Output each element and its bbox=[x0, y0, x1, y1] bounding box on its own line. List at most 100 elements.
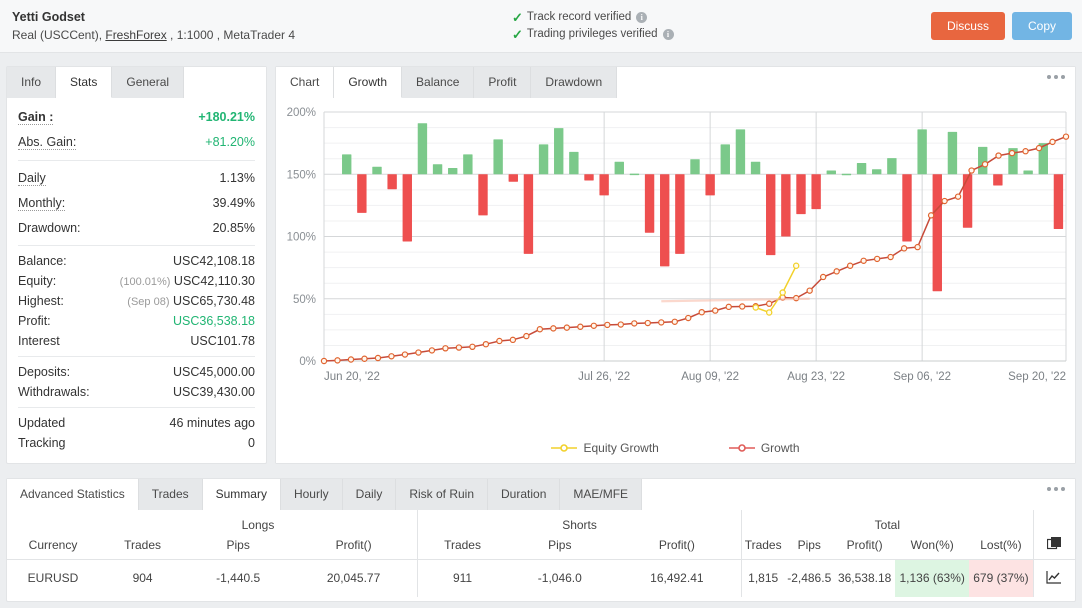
chart-bar[interactable] bbox=[796, 174, 805, 214]
copy-button[interactable]: Copy bbox=[1012, 12, 1072, 40]
growth-point[interactable] bbox=[510, 337, 515, 342]
chart-bar[interactable] bbox=[751, 162, 760, 174]
chart-bar[interactable] bbox=[539, 144, 548, 174]
growth-point[interactable] bbox=[1063, 134, 1068, 139]
table-row[interactable]: EURUSD 904 -1,440.5 20,045.77 911 -1,046… bbox=[7, 559, 1075, 597]
chart-bar[interactable] bbox=[342, 154, 351, 174]
growth-point[interactable] bbox=[605, 322, 610, 327]
chart-bar[interactable] bbox=[675, 174, 684, 254]
table-options-icon[interactable] bbox=[1047, 487, 1065, 491]
tab-stats[interactable]: Stats bbox=[56, 67, 112, 98]
growth-point[interactable] bbox=[375, 355, 380, 360]
growth-point[interactable] bbox=[578, 324, 583, 329]
growth-point[interactable] bbox=[928, 213, 933, 218]
chart-bar[interactable] bbox=[721, 144, 730, 174]
growth-point[interactable] bbox=[618, 322, 623, 327]
growth-point[interactable] bbox=[443, 346, 448, 351]
growth-point[interactable] bbox=[1009, 150, 1014, 155]
growth-point[interactable] bbox=[659, 320, 664, 325]
growth-point[interactable] bbox=[429, 348, 434, 353]
chart-bar[interactable] bbox=[630, 174, 639, 176]
tab-general[interactable]: General bbox=[112, 67, 184, 98]
growth-point[interactable] bbox=[875, 256, 880, 261]
chart-bar[interactable] bbox=[569, 152, 578, 174]
chart-bar[interactable] bbox=[645, 174, 654, 233]
copy-columns-icon[interactable] bbox=[1033, 532, 1075, 559]
growth-point[interactable] bbox=[497, 338, 502, 343]
legend-item-equity-growth[interactable]: Equity Growth bbox=[551, 441, 658, 455]
chart-bar[interactable] bbox=[1054, 174, 1063, 229]
chart-options-icon[interactable] bbox=[1047, 75, 1065, 79]
growth-point[interactable] bbox=[537, 327, 542, 332]
tab-chart[interactable]: Chart bbox=[276, 67, 334, 98]
chart-bar[interactable] bbox=[705, 174, 714, 195]
growth-point[interactable] bbox=[524, 334, 529, 339]
growth-point[interactable] bbox=[348, 357, 353, 362]
growth-point[interactable] bbox=[389, 354, 394, 359]
growth-point[interactable] bbox=[335, 358, 340, 363]
chart-bar[interactable] bbox=[478, 174, 487, 215]
growth-point[interactable] bbox=[726, 304, 731, 309]
growth-point[interactable] bbox=[713, 308, 718, 313]
growth-point[interactable] bbox=[834, 269, 839, 274]
chart-bar[interactable] bbox=[993, 174, 1002, 185]
growth-point[interactable] bbox=[942, 198, 947, 203]
tab-profit[interactable]: Profit bbox=[474, 67, 531, 98]
growth-point[interactable] bbox=[686, 315, 691, 320]
chart-bar[interactable] bbox=[418, 123, 427, 174]
chart-bar[interactable] bbox=[948, 132, 957, 174]
equity-growth-point[interactable] bbox=[767, 310, 772, 315]
tab-daily[interactable]: Daily bbox=[343, 479, 397, 510]
growth-point[interactable] bbox=[551, 326, 556, 331]
chart-bar[interactable] bbox=[599, 174, 608, 195]
tab-balance[interactable]: Balance bbox=[402, 67, 474, 98]
broker-link[interactable]: FreshForex bbox=[105, 28, 166, 42]
legend-item-growth[interactable]: Growth bbox=[729, 441, 800, 455]
growth-point[interactable] bbox=[982, 162, 987, 167]
growth-point[interactable] bbox=[915, 244, 920, 249]
info-icon[interactable]: i bbox=[663, 29, 674, 40]
growth-point[interactable] bbox=[699, 310, 704, 315]
chart-bar[interactable] bbox=[372, 167, 381, 174]
growth-point[interactable] bbox=[996, 153, 1001, 158]
tab-risk-of-ruin[interactable]: Risk of Ruin bbox=[396, 479, 488, 510]
growth-point[interactable] bbox=[1050, 139, 1055, 144]
growth-point[interactable] bbox=[888, 254, 893, 259]
chart-bar[interactable] bbox=[781, 174, 790, 236]
growth-point[interactable] bbox=[416, 350, 421, 355]
chart-bar[interactable] bbox=[524, 174, 533, 254]
equity-growth-point[interactable] bbox=[753, 305, 758, 310]
chart-bar[interactable] bbox=[736, 129, 745, 174]
chart-bar[interactable] bbox=[857, 163, 866, 174]
chart-bar[interactable] bbox=[509, 174, 518, 181]
growth-point[interactable] bbox=[456, 345, 461, 350]
tab-drawdown[interactable]: Drawdown bbox=[531, 67, 617, 98]
row-chart-icon[interactable] bbox=[1033, 559, 1075, 597]
chart-bar[interactable] bbox=[872, 169, 881, 174]
tab-info[interactable]: Info bbox=[7, 67, 56, 98]
chart-bar[interactable] bbox=[448, 168, 457, 174]
chart-bar[interactable] bbox=[933, 174, 942, 291]
chart-bar[interactable] bbox=[660, 174, 669, 266]
chart-bar[interactable] bbox=[827, 171, 836, 175]
growth-point[interactable] bbox=[740, 304, 745, 309]
discuss-button[interactable]: Discuss bbox=[931, 12, 1005, 40]
chart-bar[interactable] bbox=[463, 154, 472, 174]
growth-point[interactable] bbox=[969, 168, 974, 173]
chart-bar[interactable] bbox=[387, 174, 396, 189]
growth-point[interactable] bbox=[564, 325, 569, 330]
chart-bar[interactable] bbox=[433, 164, 442, 174]
chart-bar[interactable] bbox=[690, 159, 699, 174]
growth-point[interactable] bbox=[591, 323, 596, 328]
info-icon[interactable]: i bbox=[636, 12, 647, 23]
chart-bar[interactable] bbox=[766, 174, 775, 255]
tab-duration[interactable]: Duration bbox=[488, 479, 560, 510]
equity-growth-point[interactable] bbox=[780, 290, 785, 295]
equity-growth-point[interactable] bbox=[794, 263, 799, 268]
chart-bar[interactable] bbox=[917, 129, 926, 174]
chart-bar[interactable] bbox=[963, 174, 972, 228]
chart-bar[interactable] bbox=[615, 162, 624, 174]
growth-point[interactable] bbox=[861, 258, 866, 263]
growth-point[interactable] bbox=[902, 246, 907, 251]
growth-point[interactable] bbox=[321, 358, 326, 363]
